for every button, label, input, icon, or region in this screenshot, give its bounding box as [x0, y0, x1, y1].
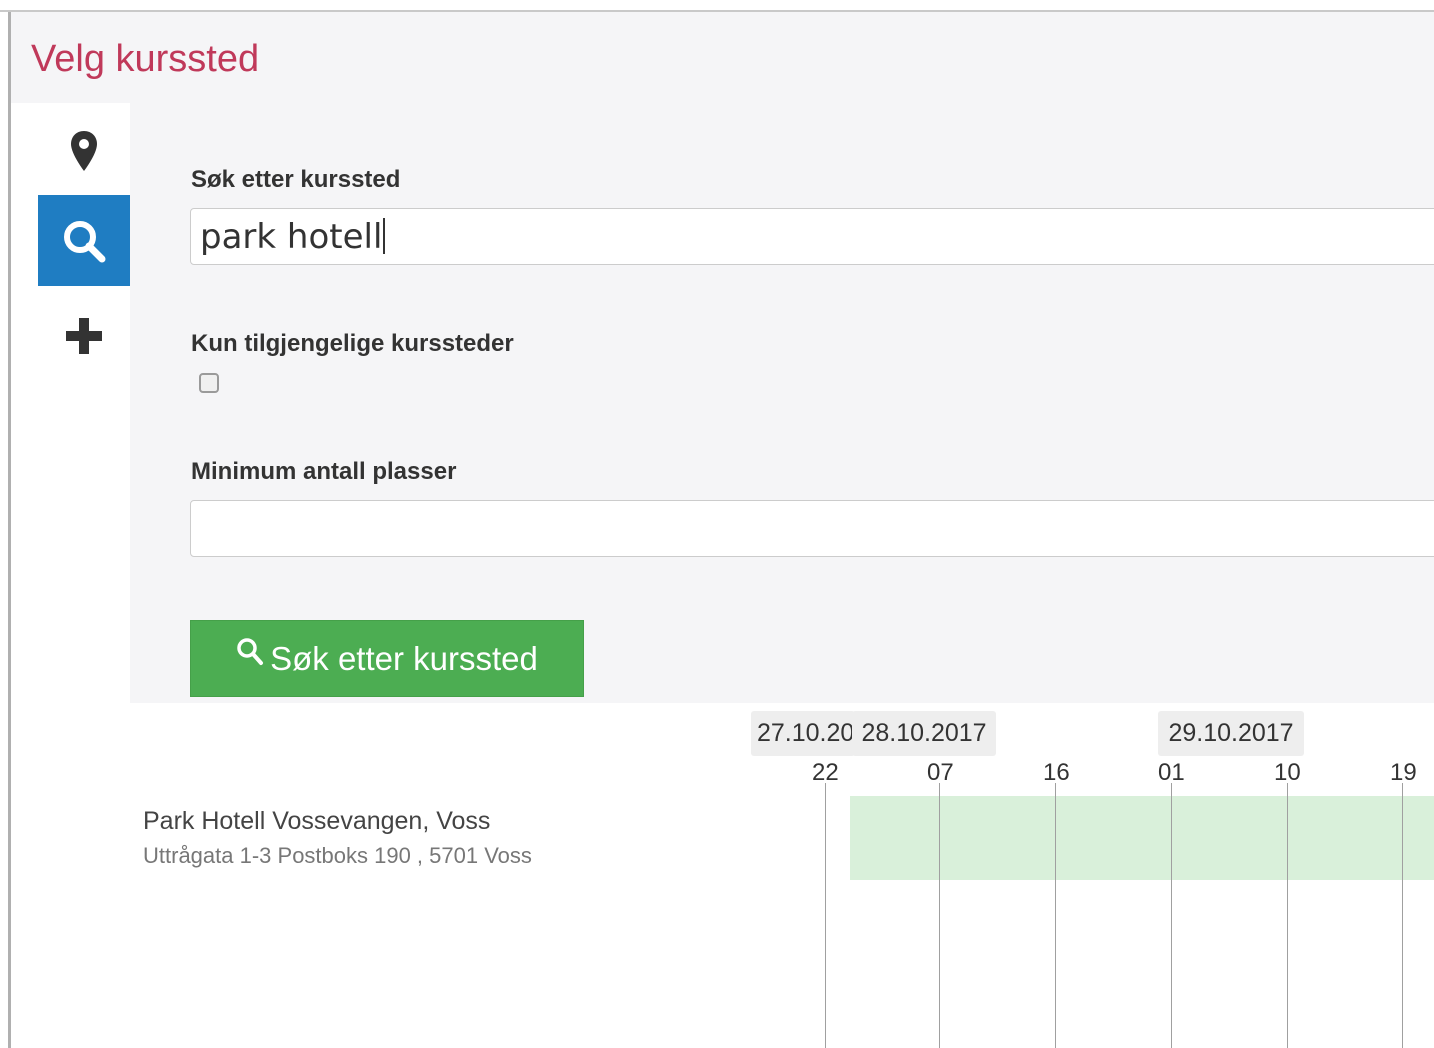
hour-gridline — [1402, 783, 1403, 1048]
dialog-header: Velg kurssted — [11, 12, 1434, 103]
min-places-input[interactable] — [190, 500, 1434, 557]
tab-search[interactable] — [38, 195, 130, 286]
venue-name[interactable]: Park Hotell Vossevangen, Voss — [143, 807, 490, 836]
min-places-label: Minimum antall plasser — [191, 458, 457, 485]
hour-label: 19 — [1390, 759, 1417, 786]
search-submit-button[interactable]: Søk etter kurssted — [190, 620, 584, 697]
hour-gridline — [825, 783, 826, 1048]
venue-address: Uttrågata 1-3 Postboks 190 , 5701 Voss — [143, 843, 532, 868]
hour-gridline — [939, 783, 940, 1048]
available-only-label: Kun tilgjengelige kurssteder — [191, 330, 514, 357]
search-submit-label: Søk etter kurssted — [270, 639, 538, 677]
availability-timeline: 27.10.2017 28.10.2017 29.10.2017 22 07 1… — [0, 703, 1434, 1048]
tab-map[interactable] — [38, 105, 130, 196]
search-label: Søk etter kurssted — [191, 166, 401, 193]
date-label: 28.10.2017 — [852, 711, 996, 756]
hour-gridline — [1171, 783, 1172, 1048]
date-label: 29.10.2017 — [1158, 711, 1304, 756]
hour-label: 07 — [927, 759, 954, 786]
search-icon — [237, 637, 264, 665]
hour-label: 16 — [1043, 759, 1070, 786]
hour-gridline — [1287, 783, 1288, 1048]
available-only-checkbox[interactable] — [199, 373, 219, 393]
tab-add[interactable] — [38, 290, 130, 381]
availability-bar[interactable] — [850, 796, 1434, 880]
search-icon — [64, 220, 106, 262]
search-form: Søk etter kurssted park hotell Kun tilgj… — [130, 103, 1434, 703]
text-caret — [383, 218, 386, 254]
search-input-value: park hotell — [200, 217, 383, 257]
date-label: 27.10.2017 — [751, 711, 855, 756]
hour-gridline — [1055, 783, 1056, 1048]
dialog-title: Velg kurssted — [31, 38, 260, 80]
plus-icon — [66, 317, 102, 354]
map-marker-icon — [71, 130, 97, 171]
search-input[interactable]: park hotell — [190, 208, 1434, 265]
